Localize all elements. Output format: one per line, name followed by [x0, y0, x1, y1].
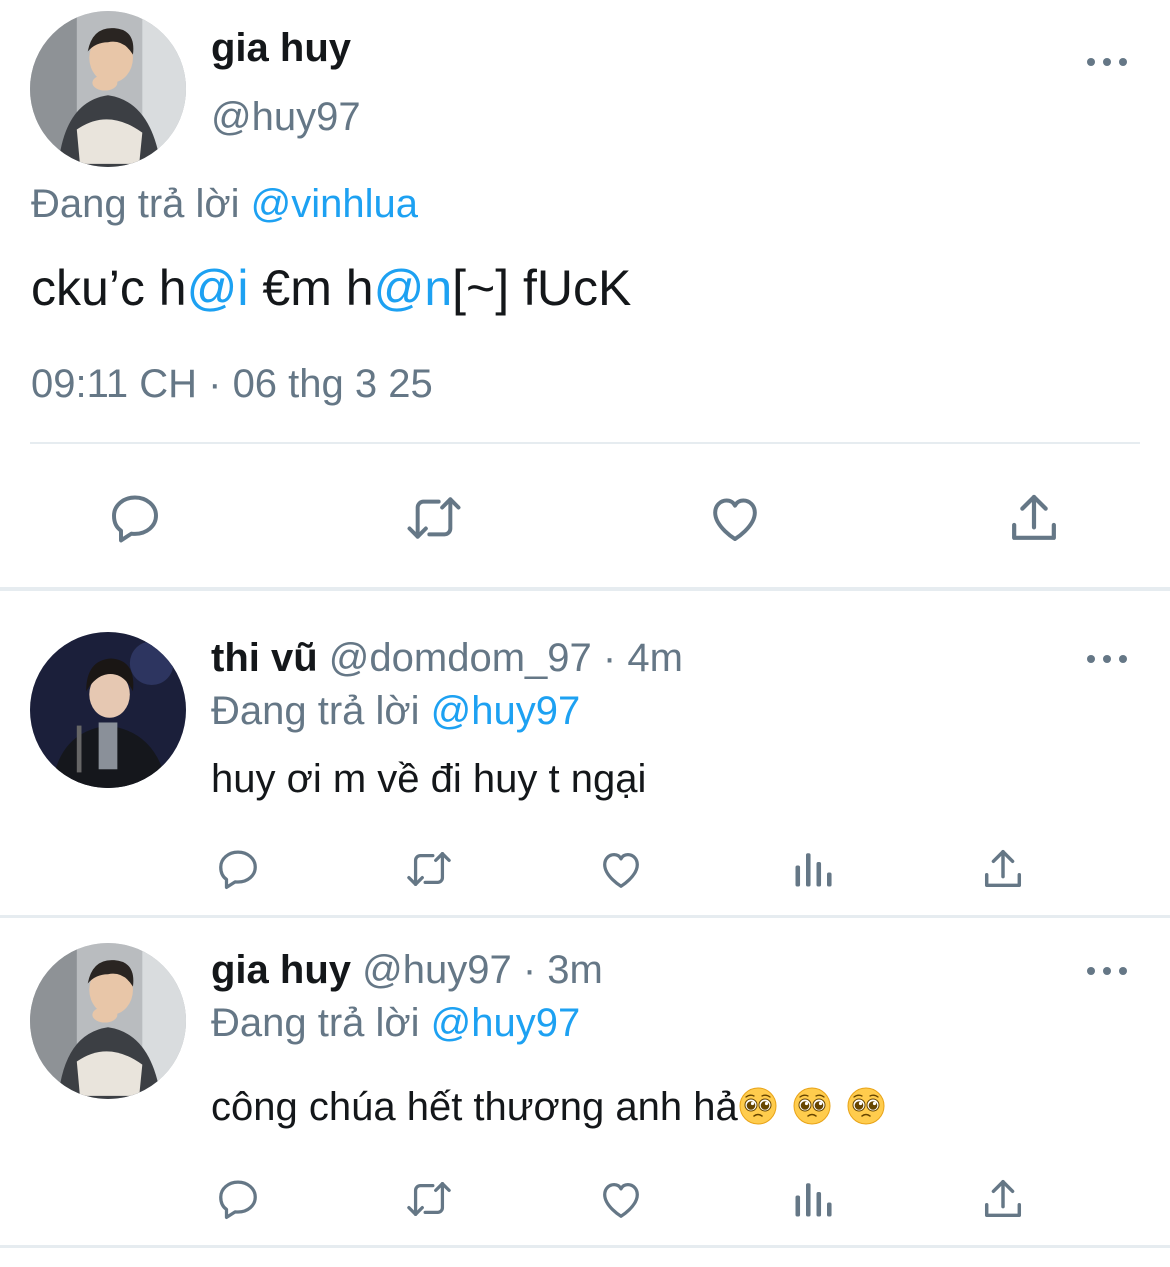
analytics-icon[interactable]	[792, 1178, 834, 1220]
share-icon[interactable]	[1006, 490, 1062, 546]
reply-to-link[interactable]: @huy97	[431, 1001, 581, 1045]
avatar[interactable]	[30, 943, 186, 1099]
tweet-time[interactable]: · 4m	[603, 636, 683, 680]
text-fragment: cku’c h	[31, 260, 187, 316]
reply-prefix: Đang trả lời	[211, 689, 420, 733]
text-fragment: €m h	[248, 260, 374, 316]
display-name[interactable]: thi vũ	[211, 636, 318, 680]
share-icon[interactable]	[980, 1176, 1026, 1222]
text-fragment-link: @i	[186, 260, 249, 316]
more-options-icon[interactable]	[1087, 54, 1127, 70]
timestamp[interactable]: 09:11 CH · 06 thg 3 25	[31, 360, 433, 408]
tweet-time[interactable]: · 3m	[523, 948, 603, 992]
reply-to-link[interactable]: @vinhlua	[251, 182, 418, 226]
reply-to-link[interactable]: @huy97	[431, 689, 581, 733]
like-icon[interactable]	[597, 846, 645, 892]
reply-context: Đang trả lời @huy97	[211, 687, 580, 735]
reply-header: gia huy @huy97 · 3m	[211, 946, 603, 994]
tweet-text: cku’c h@i €m h@n[~] fUcK	[31, 258, 631, 318]
reply-context: Đang trả lời @vinhlua	[31, 180, 418, 228]
avatar-photo	[30, 943, 186, 1099]
avatar[interactable]	[30, 11, 186, 167]
display-name[interactable]: gia huy	[211, 948, 351, 992]
share-icon[interactable]	[980, 846, 1026, 892]
separator-line	[30, 442, 1140, 444]
retweet-icon[interactable]	[402, 846, 456, 892]
pleading-face-emoji	[739, 1087, 777, 1125]
reply-context: Đang trả lời @huy97	[211, 999, 580, 1047]
more-options-icon[interactable]	[1087, 651, 1127, 667]
handle[interactable]: @huy97	[211, 93, 361, 141]
like-icon[interactable]	[706, 490, 764, 546]
section-divider	[0, 587, 1170, 591]
analytics-icon[interactable]	[792, 848, 834, 890]
handle[interactable]: @huy97	[362, 948, 512, 992]
pleading-face-emoji	[847, 1087, 885, 1125]
reply-icon[interactable]	[215, 1176, 261, 1222]
avatar-photo	[30, 11, 186, 167]
reply-prefix: Đang trả lời	[211, 1001, 420, 1045]
text-fragment: [~] fUcK	[452, 260, 632, 316]
tweet-text: công chúa hết thương anh hả	[211, 1085, 738, 1129]
section-divider	[0, 1245, 1170, 1248]
handle[interactable]: @domdom_97	[329, 636, 592, 680]
reply-header: thi vũ @domdom_97 · 4m	[211, 634, 683, 682]
emoji-group	[738, 1085, 886, 1129]
reply-icon[interactable]	[107, 490, 163, 546]
tweet-text: huy ơi m về đi huy t ngại	[211, 757, 647, 801]
tweet-text-row: công chúa hết thương anh hả	[211, 1083, 886, 1131]
text-fragment-link: @n	[373, 260, 453, 316]
pleading-face-emoji	[793, 1087, 831, 1125]
section-divider	[0, 915, 1170, 918]
reply-icon[interactable]	[215, 846, 261, 892]
like-icon[interactable]	[597, 1176, 645, 1222]
more-options-icon[interactable]	[1087, 963, 1127, 979]
retweet-icon[interactable]	[402, 490, 466, 546]
reply-prefix: Đang trả lời	[31, 182, 240, 226]
display-name[interactable]: gia huy	[211, 24, 351, 72]
avatar-photo	[30, 632, 186, 788]
avatar[interactable]	[30, 632, 186, 788]
retweet-icon[interactable]	[402, 1176, 456, 1222]
